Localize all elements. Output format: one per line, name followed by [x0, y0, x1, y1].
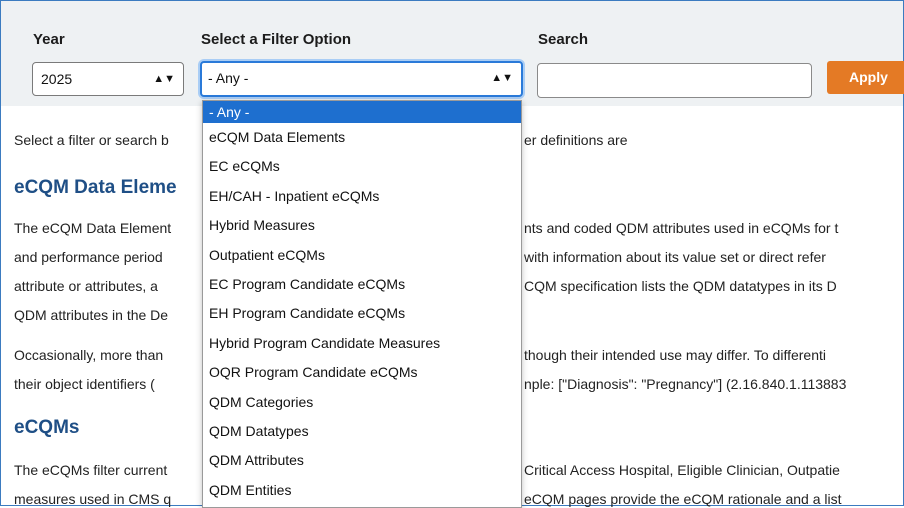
paragraph-line: QDM attributes in the De	[14, 307, 169, 323]
dropdown-option[interactable]: Hybrid Program Candidate Measures	[203, 329, 521, 358]
filter-option-dropdown: - Any - eCQM Data Elements EC eCQMs EH/C…	[202, 100, 522, 508]
dropdown-option[interactable]: Hybrid Measures	[203, 211, 521, 240]
section-heading-data-elements: eCQM Data Eleme	[14, 177, 177, 198]
section-heading-ecqms: eCQMs	[14, 417, 80, 438]
paragraph-line: CQM specification lists the QDM datatype…	[524, 278, 837, 294]
dropdown-option[interactable]: QDM Datatypes	[203, 417, 521, 446]
dropdown-option[interactable]: EH Program Candidate eCQMs	[203, 299, 521, 328]
paragraph-line: measures used in CMS q	[14, 491, 172, 507]
search-label: Search	[538, 31, 589, 48]
dropdown-option[interactable]: QDM Entities	[203, 476, 521, 505]
dropdown-option[interactable]: Outpatient eCQMs	[203, 241, 521, 270]
year-select-value: 2025	[41, 71, 73, 87]
paragraph-line: Critical Access Hospital, Eligible Clini…	[524, 462, 840, 478]
paragraph-line: The eCQM Data Element	[14, 220, 172, 236]
paragraph-line: and performance period	[14, 249, 163, 265]
intro-text-right: er definitions are	[524, 132, 628, 148]
updown-arrow-icon: ▲▼	[153, 73, 175, 85]
paragraph-line: eCQM pages provide the eCQM rationale an…	[524, 491, 842, 507]
dropdown-option[interactable]: EC Program Candidate eCQMs	[203, 270, 521, 299]
dropdown-option[interactable]: OQR Program Candidate eCQMs	[203, 358, 521, 387]
dropdown-option[interactable]: eCQM Data Elements	[203, 123, 521, 152]
paragraph-line: nple: ["Diagnosis": "Pregnancy"] (2.16.8…	[524, 376, 847, 392]
paragraph-line: though their intended use may differ. To…	[524, 347, 826, 363]
year-select[interactable]: 2025 ▲▼	[32, 62, 184, 96]
dropdown-option[interactable]: EH/CAH - Inpatient eCQMs	[203, 182, 521, 211]
filter-option-select[interactable]: - Any - ▲▼	[200, 61, 523, 97]
dropdown-option[interactable]: QDM Categories	[203, 388, 521, 417]
paragraph-line: Occasionally, more than	[14, 347, 164, 363]
dropdown-option[interactable]: - Any -	[203, 101, 521, 123]
year-label: Year	[33, 31, 65, 48]
intro-text-left: Select a filter or search b	[14, 132, 169, 148]
apply-button[interactable]: Apply	[827, 61, 904, 94]
dropdown-option[interactable]: EC eCQMs	[203, 152, 521, 181]
paragraph-line: nts and coded QDM attributes used in eCQ…	[524, 220, 839, 236]
search-input[interactable]	[537, 63, 812, 98]
filter-select-value: - Any -	[208, 70, 249, 86]
updown-arrow-icon: ▲▼	[491, 72, 513, 84]
paragraph-line: with information about its value set or …	[524, 249, 826, 265]
paragraph-line: attribute or attributes, a	[14, 278, 158, 294]
filter-bar: Year Select a Filter Option Search 2025 …	[1, 1, 904, 106]
dropdown-option[interactable]: QDM Attributes	[203, 446, 521, 475]
paragraph-line: their object identifiers (	[14, 376, 155, 392]
filter-option-label: Select a Filter Option	[201, 31, 352, 48]
paragraph-line: The eCQMs filter current	[14, 462, 168, 478]
